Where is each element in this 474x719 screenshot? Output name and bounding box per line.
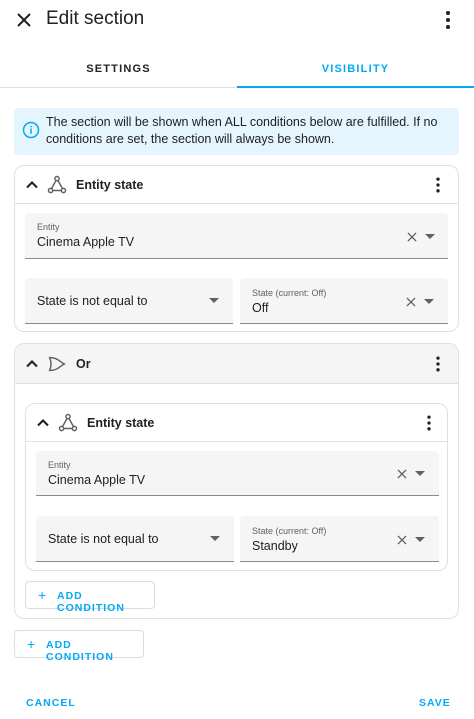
operator-value: State is not equal to <box>37 294 148 308</box>
entity-label: Entity <box>48 460 71 470</box>
entity-value: Cinema Apple TV <box>37 235 135 249</box>
clear-icon[interactable] <box>404 295 418 309</box>
state-label: State (current: Off) <box>252 288 327 298</box>
chevron-down-icon[interactable] <box>210 536 220 541</box>
info-icon <box>22 121 40 139</box>
entity-label: Entity <box>37 222 60 232</box>
plus-icon: + <box>27 636 37 652</box>
operator-value: State is not equal to <box>48 532 159 546</box>
chevron-down-icon[interactable] <box>415 537 425 542</box>
entity-state-icon <box>58 413 78 432</box>
more-vert-icon[interactable] <box>419 413 439 433</box>
divider <box>26 441 447 442</box>
tab-visibility[interactable]: VISIBILITY <box>237 50 474 88</box>
more-vert-icon[interactable] <box>436 8 460 32</box>
chevron-up-icon[interactable] <box>22 175 42 195</box>
condition-title: Entity state <box>76 178 144 192</box>
state-value: Standby <box>252 539 298 553</box>
condition-title: Or <box>76 357 91 371</box>
condition-card-entity-state: Entity state Entity Cinema Apple TV Stat… <box>14 165 459 332</box>
entity-picker[interactable]: Entity Cinema Apple TV <box>36 451 439 496</box>
more-vert-icon[interactable] <box>428 354 448 374</box>
info-alert: The section will be shown when ALL condi… <box>14 108 459 155</box>
clear-icon[interactable] <box>395 467 409 481</box>
operator-select[interactable]: State is not equal to <box>25 278 233 324</box>
chevron-up-icon[interactable] <box>22 354 42 374</box>
state-select[interactable]: State (current: Off) Off <box>240 278 448 324</box>
dialog-title: Edit section <box>46 8 145 29</box>
entity-value: Cinema Apple TV <box>48 473 146 487</box>
entity-picker[interactable]: Entity Cinema Apple TV <box>25 213 448 259</box>
chevron-down-icon[interactable] <box>424 299 434 304</box>
chevron-down-icon[interactable] <box>209 298 219 303</box>
add-condition-button[interactable]: + ADD CONDITION <box>14 630 144 663</box>
cancel-button[interactable]: CANCEL <box>26 697 76 709</box>
clear-icon[interactable] <box>405 230 419 244</box>
operator-select[interactable]: State is not equal to <box>36 516 234 562</box>
chevron-down-icon[interactable] <box>425 234 435 239</box>
chevron-down-icon[interactable] <box>415 471 425 476</box>
clear-icon[interactable] <box>395 533 409 547</box>
add-condition-label: ADD CONDITION <box>57 590 125 614</box>
state-value: Off <box>252 301 269 315</box>
save-button[interactable]: SAVE <box>419 697 451 709</box>
info-text: The section will be shown when ALL condi… <box>46 115 438 146</box>
add-condition-button[interactable]: + ADD CONDITION <box>25 581 155 614</box>
plus-icon: + <box>38 587 48 603</box>
entity-state-icon <box>47 175 67 194</box>
divider <box>15 383 458 384</box>
or-gate-icon <box>48 356 66 372</box>
state-label: State (current: Off) <box>252 526 327 536</box>
tab-settings[interactable]: SETTINGS <box>0 50 237 88</box>
chevron-up-icon[interactable] <box>33 413 53 433</box>
condition-title: Entity state <box>87 416 155 430</box>
add-condition-label: ADD CONDITION <box>46 639 114 663</box>
condition-card-or: Or Entity state Entity Cinema Apple TV S… <box>14 343 459 619</box>
more-vert-icon[interactable] <box>428 175 448 195</box>
nested-condition-card: Entity state Entity Cinema Apple TV Stat… <box>25 403 448 571</box>
dialog-header: Edit section <box>0 0 474 42</box>
close-icon[interactable] <box>12 8 36 32</box>
divider <box>15 203 458 204</box>
state-select[interactable]: State (current: Off) Standby <box>240 516 439 562</box>
tab-bar: SETTINGS VISIBILITY <box>0 50 474 88</box>
